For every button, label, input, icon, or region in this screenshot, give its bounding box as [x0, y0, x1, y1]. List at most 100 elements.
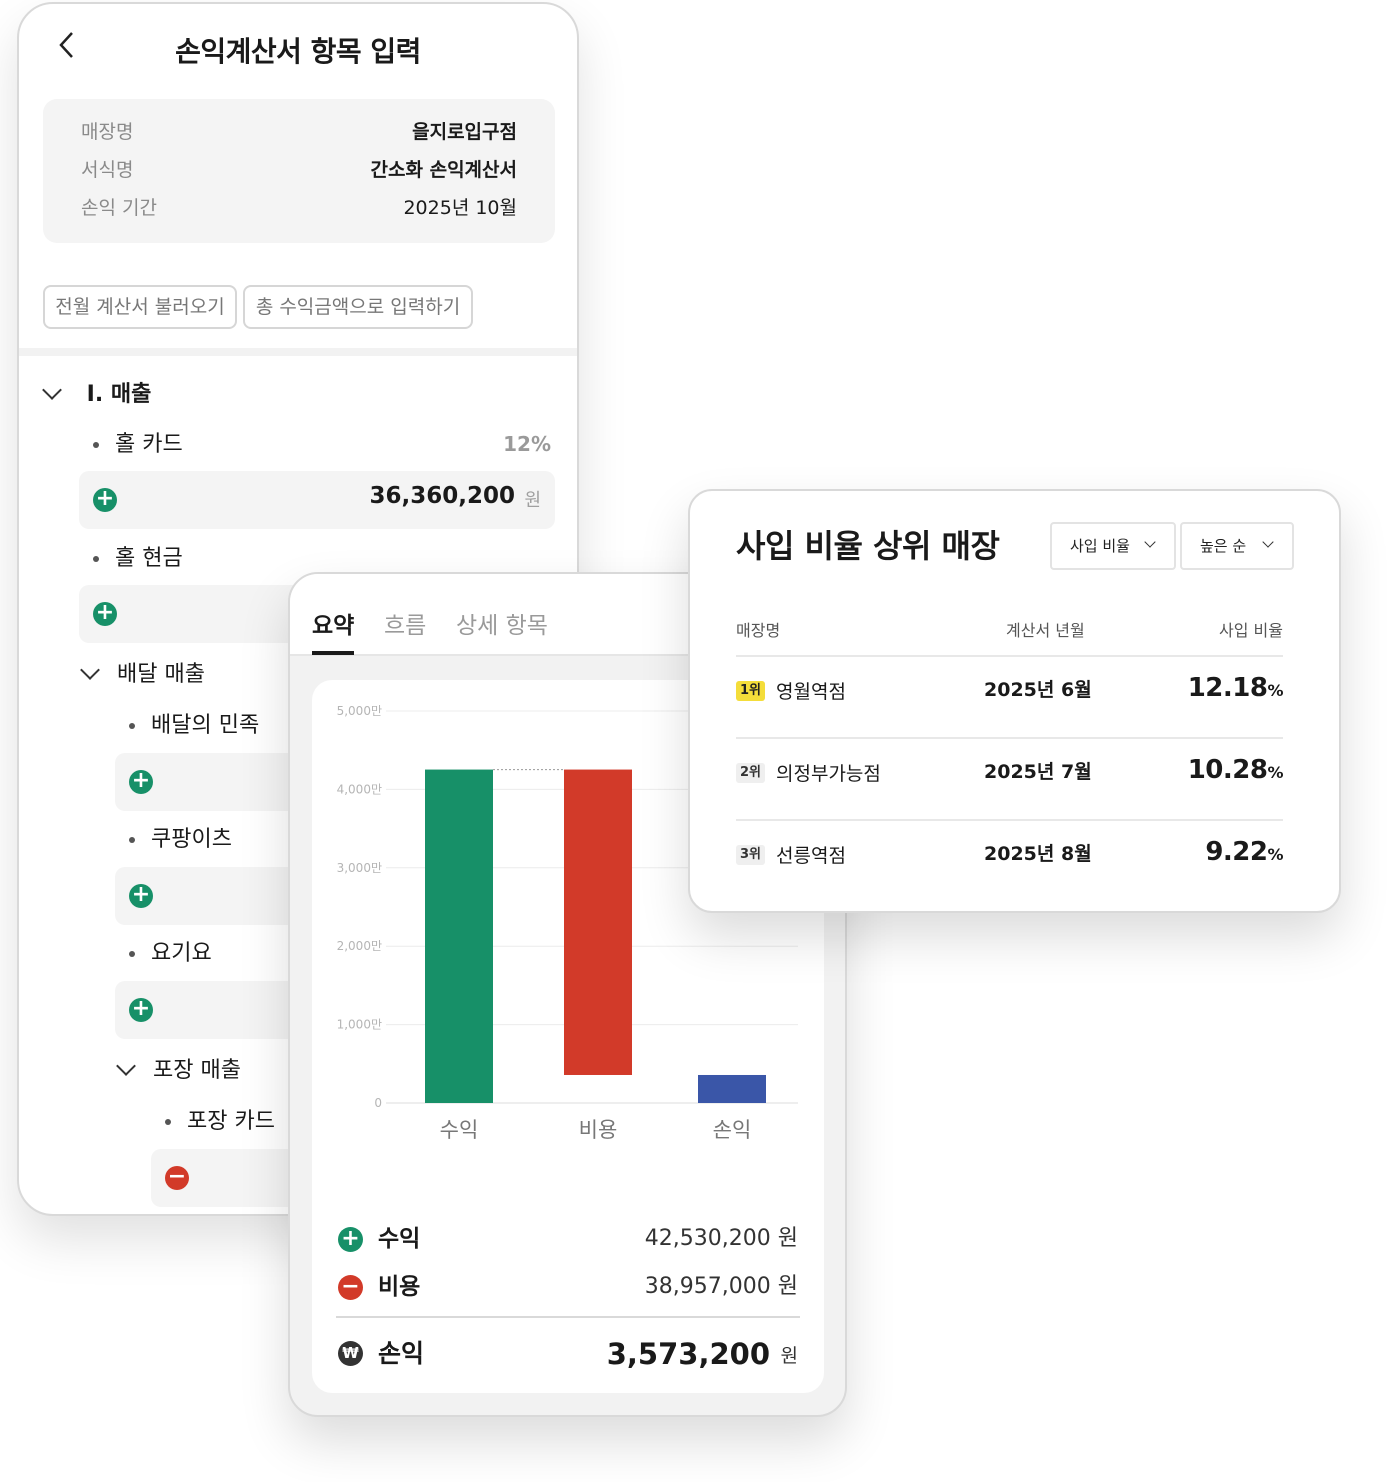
- item-baemin: 배달의 민족: [129, 710, 259, 742]
- ranking-title: 사입 비율 상위 매장: [736, 527, 1000, 565]
- store-info-box: 매장명 을지로입구점 서식명 간소화 손익계산서 손익 기간 2025년 10월: [43, 99, 555, 243]
- ratio-value: 9.22: [1205, 837, 1268, 867]
- bar-1: [425, 769, 493, 1103]
- dropdown-label: 높은 순: [1200, 537, 1247, 555]
- item-percentage: 12%: [503, 432, 551, 456]
- ratio-filter-dropdown[interactable]: 사입 비율: [1050, 522, 1176, 570]
- summary-row-income: + 수익 42,530,200 원: [338, 1222, 798, 1256]
- summary-value: 3,573,200: [606, 1337, 770, 1371]
- x-tick-label: 손익: [713, 1118, 752, 1142]
- item-label: 배달 매출: [117, 662, 205, 687]
- amount-value: 36,360,200: [369, 483, 515, 509]
- summary-unit: 원: [780, 1345, 798, 1367]
- bullet-icon: [93, 556, 99, 562]
- item-coupang: 쿠팡이츠: [129, 824, 232, 856]
- summary-label: 수익: [378, 1226, 421, 1252]
- ratio-value: 12.18: [1187, 673, 1268, 703]
- bullet-icon: [129, 951, 135, 957]
- tab-summary[interactable]: 요약: [312, 606, 354, 640]
- ranking-row[interactable]: 3위 선릉역점 2025년 8월 9.22%: [736, 819, 1283, 901]
- store-name: 의정부가능점: [776, 763, 881, 785]
- rank-badge: 3위: [736, 845, 766, 865]
- section-divider: [19, 348, 577, 356]
- delivery-sales-toggle[interactable]: 배달 매출: [80, 659, 205, 691]
- bullet-icon: [93, 442, 99, 448]
- item-label: 쿠팡이츠: [151, 827, 232, 852]
- item-yogiyo: 요기요: [129, 938, 212, 970]
- store-name: 선릉역점: [776, 845, 846, 867]
- column-header-store: 매장명: [736, 621, 781, 640]
- minus-circle-icon[interactable]: −: [165, 1166, 189, 1190]
- info-value: 2025년 10월: [403, 197, 517, 219]
- minus-circle-icon: −: [338, 1275, 363, 1300]
- statement-month: 2025년 6월: [984, 679, 1092, 701]
- hall-card-amount-field[interactable]: + 36,360,200 원: [79, 471, 555, 529]
- item-label: 포장 매출: [153, 1058, 241, 1083]
- plus-circle-icon[interactable]: +: [93, 488, 117, 512]
- ranking-row[interactable]: 1위 영월역점 2025년 6월 12.18%: [736, 655, 1283, 737]
- bullet-icon: [129, 837, 135, 843]
- ranking-screen: 사입 비율 상위 매장 사입 비율 높은 순 매장명 계산서 년월 사입 비율 …: [688, 489, 1341, 913]
- y-tick-label: 2,000만: [337, 939, 382, 953]
- bar-3: [698, 1074, 766, 1103]
- info-key: 매장명: [81, 121, 134, 143]
- item-label: 홀 카드: [115, 432, 183, 457]
- x-tick-label: 수익: [440, 1118, 479, 1142]
- dropdown-label: 사입 비율: [1070, 537, 1130, 555]
- chevron-down-icon: [1262, 536, 1274, 548]
- bullet-icon: [165, 1119, 171, 1125]
- sort-order-dropdown[interactable]: 높은 순: [1180, 522, 1294, 570]
- info-row-period: 손익 기간 2025년 10월: [81, 193, 517, 223]
- item-takeout-card: 포장 카드: [165, 1106, 275, 1138]
- plus-circle-icon[interactable]: +: [129, 998, 153, 1022]
- rank-badge: 2위: [736, 763, 766, 783]
- info-row-form: 서식명 간소화 손익계산서: [81, 155, 517, 185]
- info-value: 을지로입구점: [412, 121, 517, 143]
- summary-value: 42,530,200 원: [644, 1226, 798, 1251]
- summary-label: 비용: [378, 1274, 421, 1300]
- takeout-sales-toggle[interactable]: 포장 매출: [116, 1055, 241, 1087]
- summary-label: 손익: [378, 1339, 425, 1368]
- amount-unit: 원: [524, 490, 541, 511]
- section-sales-toggle[interactable]: I. 매출: [42, 378, 151, 412]
- tab-flow[interactable]: 흐름: [384, 606, 426, 640]
- bar-2: [564, 769, 632, 1075]
- won-icon: ₩: [338, 1341, 363, 1366]
- page-title: 손익계산서 항목 입력: [175, 35, 421, 68]
- bullet-icon: [129, 723, 135, 729]
- store-name: 영월역점: [776, 681, 846, 703]
- chevron-down-icon: [1144, 536, 1156, 548]
- input-total-income-button[interactable]: 총 수익금액으로 입력하기: [243, 285, 473, 329]
- y-tick-label: 1,000만: [337, 1018, 382, 1032]
- ranking-row[interactable]: 2위 의정부가능점 2025년 7월 10.28%: [736, 737, 1283, 819]
- y-tick-label: 0: [374, 1096, 382, 1110]
- item-label: 배달의 민족: [151, 713, 260, 738]
- purchase-ratio: 10.28%: [1187, 755, 1284, 785]
- active-tab-indicator: [312, 651, 354, 655]
- rank-badge: 1위: [736, 681, 766, 701]
- plus-circle-icon: +: [338, 1227, 363, 1252]
- info-key: 서식명: [81, 159, 134, 181]
- item-hall-card: 홀 카드: [93, 429, 183, 461]
- y-tick-label: 3,000만: [337, 861, 382, 875]
- item-label: 포장 카드: [187, 1109, 275, 1134]
- column-header-ratio: 사입 비율: [1219, 621, 1283, 640]
- ratio-value: 10.28: [1187, 755, 1268, 785]
- y-tick-label: 4,000만: [337, 782, 382, 796]
- column-header-month: 계산서 년월: [1006, 621, 1085, 640]
- chevron-down-icon: [116, 1056, 136, 1076]
- plus-circle-icon[interactable]: +: [93, 602, 117, 626]
- info-key: 손익 기간: [81, 197, 157, 219]
- item-label: 홀 현금: [115, 546, 183, 571]
- plus-circle-icon[interactable]: +: [129, 770, 153, 794]
- item-label: 요기요: [151, 941, 212, 966]
- load-prev-statement-button[interactable]: 전월 계산서 불러오기: [43, 285, 237, 329]
- purchase-ratio: 9.22%: [1205, 837, 1283, 867]
- info-value: 간소화 손익계산서: [370, 159, 517, 181]
- plus-circle-icon[interactable]: +: [129, 884, 153, 908]
- summary-value: 38,957,000 원: [644, 1274, 798, 1299]
- ratio-unit: %: [1267, 763, 1283, 782]
- statement-month: 2025년 8월: [984, 843, 1092, 865]
- tab-detail[interactable]: 상세 항목: [456, 606, 548, 640]
- ratio-unit: %: [1267, 845, 1283, 864]
